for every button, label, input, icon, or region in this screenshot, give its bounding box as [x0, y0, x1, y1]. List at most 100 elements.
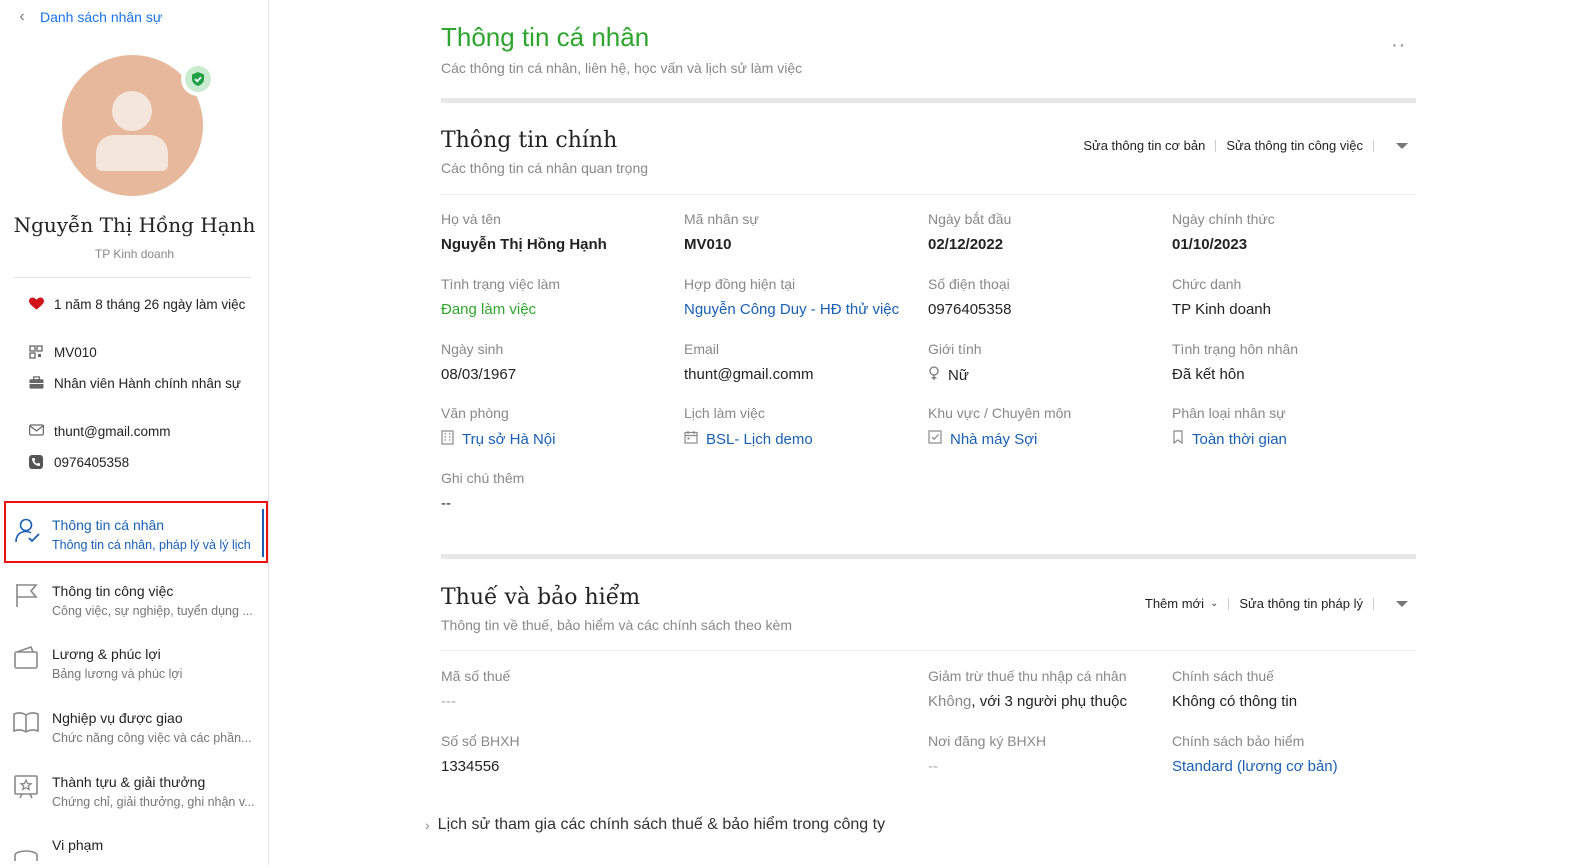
field-value: --	[441, 495, 451, 512]
menu-item-title: Thông tin công việc	[52, 583, 174, 599]
field-value-row: Nữ	[928, 366, 1168, 385]
field-value: TP Kinh doanh	[1172, 301, 1271, 318]
field-value-row[interactable]: Toàn thời gian	[1172, 430, 1412, 448]
edit-work-info-button[interactable]: Sửa thông tin công việc	[1226, 138, 1363, 153]
field-social-book: Số sổ BHXH 1334556	[441, 733, 681, 775]
field-value: Đã kết hôn	[1172, 366, 1245, 383]
field-label: Ngày sinh	[441, 341, 504, 357]
avatar-head	[112, 91, 152, 131]
edit-legal-info-button[interactable]: Sửa thông tin pháp lý	[1239, 596, 1363, 611]
field-label: Số sổ BHXH	[441, 733, 520, 749]
phone-icon	[28, 454, 44, 472]
insurance-policy-link[interactable]: Standard (lương cơ bản)	[1172, 758, 1412, 775]
contract-link[interactable]: Nguyễn Công Duy - HĐ thử việc	[684, 301, 924, 318]
field-label: Ngày bắt đầu	[928, 211, 1012, 227]
field-value-row: Không , với 3 người phụ thuộc	[928, 693, 1168, 710]
email-row: thunt@gmail.comm	[28, 423, 248, 441]
tax-history-label: Lịch sử tham gia các chính sách thuế & b…	[437, 816, 886, 833]
briefcase-icon	[28, 375, 44, 393]
back-link[interactable]: ‹ Danh sách nhân sự	[14, 8, 162, 26]
field-label: Lịch làm việc	[684, 405, 765, 421]
caret-down-icon[interactable]	[1396, 142, 1408, 149]
divider	[14, 277, 251, 278]
field-value: Đang làm việc	[441, 301, 537, 318]
tax-history-toggle[interactable]: › Lịch sử tham gia các chính sách thuế &…	[425, 816, 885, 834]
menu-item-subtitle: Thông tin cá nhân, pháp lý và lý lịch	[52, 538, 251, 552]
menu-item-violations[interactable]: Vi phạm	[4, 821, 268, 865]
field-value: Nguyễn Thị Hồng Hạnh	[441, 236, 607, 253]
field-label: Ghi chú thêm	[441, 470, 525, 486]
add-new-button[interactable]: Thêm mới	[1145, 596, 1204, 611]
section-divider	[441, 98, 1416, 103]
menu-item-subtitle: Chứng chỉ, giải thưởng, ghi nhận v...	[52, 795, 255, 809]
section-divider	[441, 554, 1416, 559]
field-tax-policy: Chính sách thuế Không có thông tin	[1172, 668, 1412, 710]
avatar-body	[96, 135, 168, 171]
field-value: 02/12/2022	[928, 236, 1004, 253]
field-label: Ngày chính thức	[1172, 211, 1275, 227]
schedule-link[interactable]: BSL- Lịch demo	[706, 431, 813, 448]
page-subtitle: Các thông tin cá nhân, liên hệ, học vấn …	[441, 60, 803, 76]
field-label: Phân loại nhân sự	[1172, 405, 1286, 421]
field-value: Không có thông tin	[1172, 693, 1298, 710]
office-link[interactable]: Trụ sở Hà Nội	[462, 431, 555, 448]
separator	[1373, 597, 1374, 610]
menu-item-title: Nghiệp vụ được giao	[52, 710, 183, 726]
field-marital: Tình trạng hôn nhân Đã kết hôn	[1172, 341, 1412, 383]
field-label: Tình trạng hôn nhân	[1172, 341, 1299, 357]
field-contract: Hợp đồng hiện tại Nguyễn Công Duy - HĐ t…	[684, 276, 924, 318]
menu-item-subtitle: Bảng lương và phúc lợi	[52, 667, 183, 681]
menu-item-achievements[interactable]: Thành tựu & giải thưởng Chứng chỉ, giải …	[4, 758, 268, 820]
edit-basic-info-button[interactable]: Sửa thông tin cơ bản	[1083, 138, 1205, 153]
phone-text: 0976405358	[54, 455, 130, 470]
field-value: 08/03/1967	[441, 366, 517, 383]
code-row: MV010	[28, 344, 248, 362]
field-start-date: Ngày bắt đầu 02/12/2022	[928, 211, 1168, 253]
field-schedule: Lịch làm việc BSL- Lịch demo	[684, 405, 924, 448]
field-value: --	[928, 758, 938, 775]
field-label: Chức danh	[1172, 276, 1242, 292]
menu-item-salary[interactable]: Lương & phúc lợi Bảng lương và phúc lợi	[4, 630, 268, 692]
separator	[1228, 597, 1230, 610]
qr-code-icon	[28, 344, 44, 362]
caret-down-icon[interactable]	[1396, 600, 1408, 607]
field-phone: Số điện thoại 0976405358	[928, 276, 1168, 318]
more-options-button[interactable]: ··	[1391, 34, 1406, 57]
menu-item-personal-info[interactable]: Thông tin cá nhân Thông tin cá nhân, phá…	[4, 501, 268, 563]
field-value-row[interactable]: Trụ sở Hà Nội	[441, 430, 681, 449]
menu-item-work-info[interactable]: Thông tin công việc Công việc, sự nghiệp…	[4, 567, 268, 629]
field-label: Mã số thuế	[441, 668, 511, 684]
alert-icon	[12, 835, 40, 863]
divider	[441, 650, 1416, 651]
field-office: Văn phòng Trụ sở Hà Nội	[441, 405, 681, 449]
chevron-down-icon[interactable]: ⌄	[1210, 598, 1218, 609]
user-check-icon	[14, 517, 42, 545]
menu-item-title: Thành tựu & giải thưởng	[52, 774, 206, 790]
field-value: thunt@gmail.comm	[684, 366, 814, 383]
sidebar: ‹ Danh sách nhân sự Nguyễn Thị Hồng Hạnh…	[0, 0, 269, 865]
field-birthday: Ngày sinh 08/03/1967	[441, 341, 681, 383]
field-deduction: Giảm trừ thuế thu nhập cá nhân Không , v…	[928, 668, 1168, 710]
menu-item-title: Thông tin cá nhân	[52, 517, 165, 533]
tenure-row: 1 năm 8 tháng 26 ngày làm việc	[28, 296, 248, 314]
field-label: Tình trạng việc làm	[441, 276, 561, 292]
menu-item-subtitle: Chức năng công việc và các phần...	[52, 731, 252, 745]
field-category: Phân loại nhân sự Toàn thời gian	[1172, 405, 1412, 448]
position-row: Nhân viên Hành chính nhân sự	[28, 375, 248, 393]
tax-actions: Thêm mới ⌄ Sửa thông tin pháp lý	[1145, 596, 1408, 611]
section-title-tax: Thuế và bảo hiểm	[441, 585, 641, 610]
field-label: Số điện thoại	[928, 276, 1010, 292]
main-info-actions: Sửa thông tin cơ bản Sửa thông tin công …	[1083, 138, 1408, 153]
field-label: Chính sách thuế	[1172, 668, 1274, 684]
field-job-title: Chức danh TP Kinh doanh	[1172, 276, 1412, 318]
field-value-row[interactable]: BSL- Lịch demo	[684, 430, 924, 448]
employee-name: Nguyễn Thị Hồng Hạnh	[13, 213, 256, 237]
divider	[441, 194, 1416, 195]
field-label: Họ và tên	[441, 211, 501, 227]
area-link[interactable]: Nhà máy Sợi	[950, 431, 1037, 448]
menu-item-assigned-tasks[interactable]: Nghiệp vụ được giao Chức năng công việc …	[4, 694, 268, 756]
star-frame-icon	[12, 772, 40, 800]
field-label: Chính sách bảo hiểm	[1172, 733, 1305, 749]
field-value-row[interactable]: Nhà máy Sợi	[928, 430, 1168, 448]
category-link[interactable]: Toàn thời gian	[1192, 431, 1287, 448]
